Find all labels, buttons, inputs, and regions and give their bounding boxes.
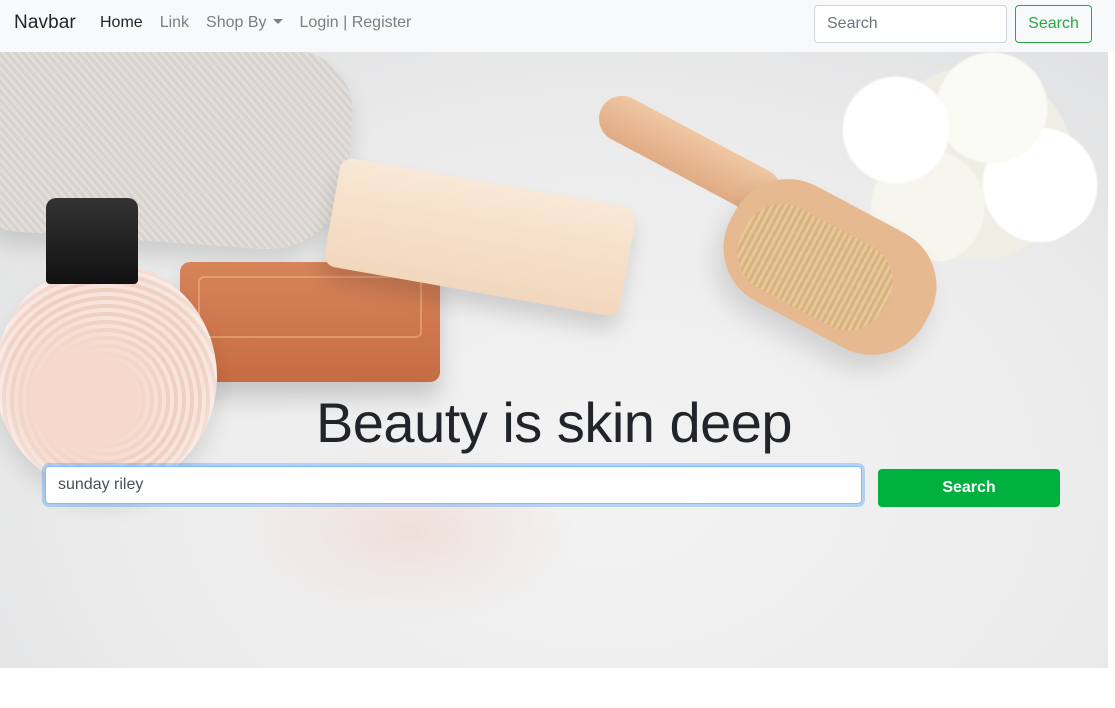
navbar-search-input[interactable] — [814, 5, 1007, 43]
hero-search-input[interactable] — [45, 466, 862, 504]
hero-search-button[interactable]: Search — [878, 469, 1060, 507]
bath-salt-bottle-image — [0, 262, 217, 492]
navbar-search-button[interactable]: Search — [1015, 5, 1092, 43]
hero-title: Beauty is skin deep — [315, 391, 793, 454]
nav-links: Home Link Shop By Login | Register — [100, 14, 428, 32]
caret-down-icon — [272, 19, 283, 24]
bottle-cap-image — [46, 198, 138, 284]
hero-banner: Beauty is skin deep Search — [0, 52, 1108, 668]
nav-link-home[interactable]: Home — [100, 14, 143, 32]
navbar-brand[interactable]: Navbar — [14, 12, 76, 34]
nav-link-link[interactable]: Link — [160, 14, 189, 32]
nav-dropdown-shop-by[interactable]: Shop By — [206, 14, 283, 32]
nav-link-login-register[interactable]: Login | Register — [300, 14, 412, 32]
nav-dropdown-label: Shop By — [206, 14, 267, 31]
top-navbar: Navbar Home Link Shop By Login | Registe… — [0, 0, 1115, 52]
orange-soap-image — [180, 262, 440, 382]
